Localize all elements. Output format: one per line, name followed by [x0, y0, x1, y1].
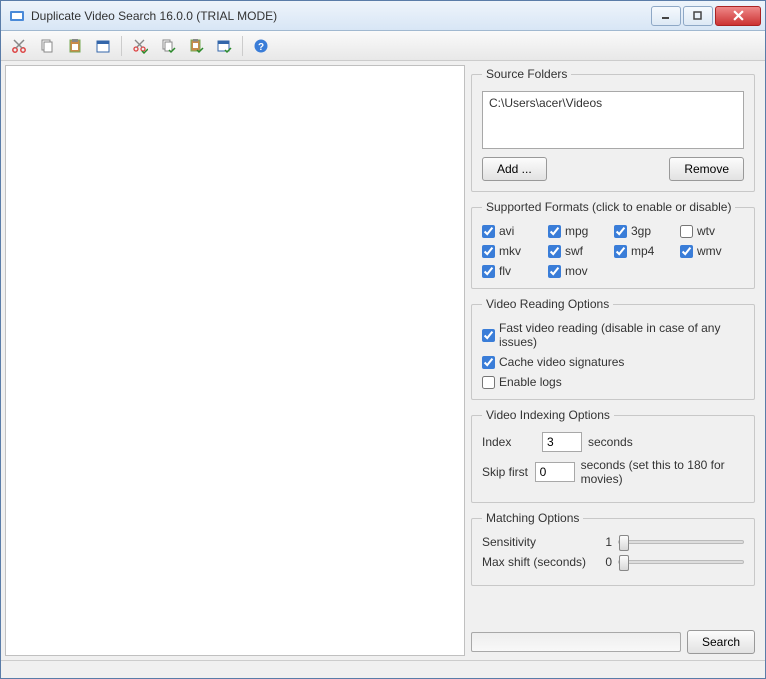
svg-text:?: ? — [258, 42, 264, 53]
search-button[interactable]: Search — [687, 630, 755, 654]
maxshift-value: 0 — [598, 555, 612, 569]
format-checkbox-swf[interactable]: swf — [548, 244, 612, 258]
format-checkbox-wmv[interactable]: wmv — [680, 244, 744, 258]
folder-list[interactable]: C:\Users\acer\Videos — [482, 91, 744, 149]
format-checkbox-flv[interactable]: flv — [482, 264, 546, 278]
enable-logs-checkbox[interactable]: Enable logs — [482, 375, 744, 389]
titlebar: Duplicate Video Search 16.0.0 (TRIAL MOD… — [1, 1, 765, 31]
fast-reading-checkbox[interactable]: Fast video reading (disable in case of a… — [482, 321, 744, 349]
calendar-checked-icon[interactable] — [212, 34, 236, 58]
format-checkbox-mpg[interactable]: mpg — [548, 224, 612, 238]
toolbar: ? — [1, 31, 765, 61]
sensitivity-slider[interactable] — [618, 540, 744, 544]
toolbar-separator — [242, 36, 243, 56]
toolbar-separator — [121, 36, 122, 56]
help-icon[interactable]: ? — [249, 34, 273, 58]
folder-path[interactable]: C:\Users\acer\Videos — [489, 96, 737, 110]
skip-first-input[interactable] — [535, 462, 575, 482]
window-title: Duplicate Video Search 16.0.0 (TRIAL MOD… — [31, 9, 651, 23]
results-pane — [5, 65, 465, 656]
sensitivity-value: 1 — [598, 535, 612, 549]
source-folders-legend: Source Folders — [482, 67, 571, 81]
statusbar — [1, 660, 765, 678]
format-checkbox-mov[interactable]: mov — [548, 264, 612, 278]
calendar-icon[interactable] — [91, 34, 115, 58]
app-icon — [9, 8, 25, 24]
minimize-button[interactable] — [651, 6, 681, 26]
video-indexing-group: Video Indexing Options Index seconds Ski… — [471, 408, 755, 503]
index-label: Index — [482, 435, 536, 449]
maximize-button[interactable] — [683, 6, 713, 26]
close-button[interactable] — [715, 6, 761, 26]
video-reading-group: Video Reading Options Fast video reading… — [471, 297, 755, 400]
format-checkbox-mkv[interactable]: mkv — [482, 244, 546, 258]
source-folders-group: Source Folders C:\Users\acer\Videos Add … — [471, 67, 755, 192]
supported-formats-group: Supported Formats (click to enable or di… — [471, 200, 755, 289]
matching-options-group: Matching Options Sensitivity 1 Max shift… — [471, 511, 755, 586]
add-folder-button[interactable]: Add ... — [482, 157, 547, 181]
progress-bar — [471, 632, 681, 652]
format-checkbox-mp4[interactable]: mp4 — [614, 244, 678, 258]
paste-checked-icon[interactable] — [184, 34, 208, 58]
format-checkbox-wtv[interactable]: wtv — [680, 224, 744, 238]
sensitivity-label: Sensitivity — [482, 535, 592, 549]
paste-icon[interactable] — [63, 34, 87, 58]
cut-checked-icon[interactable] — [128, 34, 152, 58]
remove-folder-button[interactable]: Remove — [669, 157, 744, 181]
video-indexing-legend: Video Indexing Options — [482, 408, 614, 422]
cut-icon[interactable] — [7, 34, 31, 58]
skip-first-label: Skip first — [482, 465, 529, 479]
supported-formats-legend: Supported Formats (click to enable or di… — [482, 200, 735, 214]
maxshift-slider[interactable] — [618, 560, 744, 564]
matching-options-legend: Matching Options — [482, 511, 583, 525]
format-checkbox-3gp[interactable]: 3gp — [614, 224, 678, 238]
copy-icon[interactable] — [35, 34, 59, 58]
index-unit: seconds — [588, 435, 633, 449]
cache-signatures-checkbox[interactable]: Cache video signatures — [482, 355, 744, 369]
copy-checked-icon[interactable] — [156, 34, 180, 58]
maxshift-label: Max shift (seconds) — [482, 555, 592, 569]
skip-first-unit: seconds (set this to 180 for movies) — [581, 458, 744, 486]
format-checkbox-avi[interactable]: avi — [482, 224, 546, 238]
index-seconds-input[interactable] — [542, 432, 582, 452]
video-reading-legend: Video Reading Options — [482, 297, 613, 311]
